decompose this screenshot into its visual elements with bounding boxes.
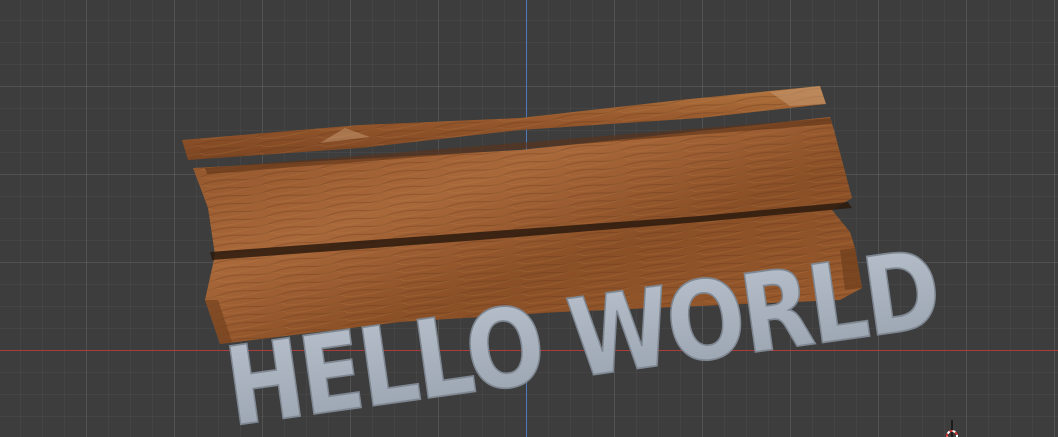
- wooden-sign-model[interactable]: HELLO WORLD: [0, 0, 1058, 437]
- 3d-viewport[interactable]: HELLO WORLD: [0, 0, 1058, 437]
- 3d-cursor-icon[interactable]: [944, 420, 960, 437]
